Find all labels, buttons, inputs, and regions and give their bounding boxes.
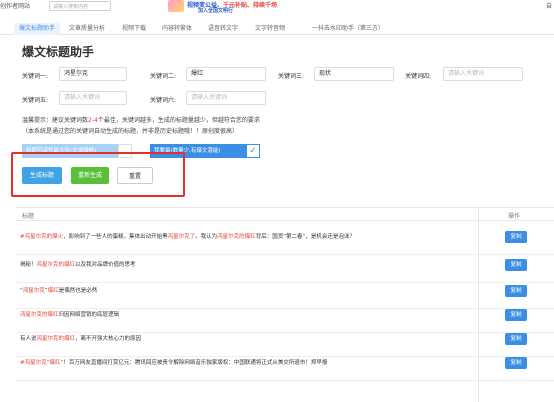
copy-button[interactable]: 复制	[505, 309, 527, 321]
tip-note: （本系统是通过您的关键词自动生成的标题，并非是历史标题哦！！原创度很高）	[22, 128, 239, 135]
title-text[interactable]: 鸿星尔克的爆红归因网络营销的底层逻辑	[20, 310, 490, 318]
keyword-6-input[interactable]: 请输入关键词	[186, 91, 266, 105]
tip-text: 温馨提示：建议关键词数2-4个最佳，关键词越多，生成的标题量越少，但越符合您的要…	[22, 117, 260, 124]
copy-button[interactable]: 复制	[505, 231, 527, 243]
tab-watermark-remover[interactable]: 一抖去水印助手（第三方）	[303, 23, 393, 35]
keyword-3-label: 关键词三:	[278, 73, 305, 80]
top-search-input[interactable]: 请输入搜索内容	[49, 1, 111, 11]
keyword-1-label: 关键词一:	[22, 73, 49, 80]
copy-button[interactable]: 复制	[505, 285, 527, 297]
copy-button[interactable]: 复制	[505, 357, 527, 369]
tool-tabs: 爆文标题助手 文章质量分析 视频下载 内容转繁体 语音转文字 文字转音频 一抖去…	[0, 23, 554, 35]
regenerate-button[interactable]: 重新生成	[71, 167, 109, 184]
keyword-4-input[interactable]: 请输入关键词	[443, 67, 523, 81]
keyword-6-label: 关键词六:	[150, 97, 177, 104]
table-row: #鸿星尔克“爆红”！百万网友直播间打赏亿元：腾讯回应被责令解除网络音乐独家版权：…	[16, 347, 554, 381]
keyword-2-input[interactable]: 爆红	[186, 67, 266, 81]
tab-traditional-chinese[interactable]: 内容转繁体	[156, 23, 198, 35]
tab-speech-to-text[interactable]: 语音转文字	[202, 23, 244, 35]
top-bar: 创作者网站 请输入搜索内容 视频变公益、千元补贴、持续千场 加入全国文明行 自	[0, 0, 554, 14]
keyword-4-label: 关键词四:	[405, 73, 432, 80]
banner-subline: 加入全国文明行	[198, 8, 234, 14]
keyword-5-input[interactable]: 请输入关键词	[59, 91, 127, 105]
promo-banner[interactable]: 视频变公益、千元补贴、持续千场 加入全国文明行	[168, 0, 277, 14]
page-title: 爆文标题助手	[22, 45, 95, 59]
copy-button[interactable]: 复制	[505, 333, 527, 345]
top-right-text[interactable]: 自	[546, 1, 552, 10]
column-header-title: 标题	[22, 213, 35, 220]
title-text[interactable]: #鸿星尔克的爆火，影响到了一些人的蛋糕，集体出动开始黑鸿星尔克了。我认为鸿星尔克…	[20, 232, 490, 240]
keyword-2-label: 关键词二:	[150, 73, 177, 80]
title-text[interactable]: 揭秘！鸿星尔克的爆红以及我对品牌价值的思考	[20, 260, 490, 268]
app-title: 创作者网站	[0, 3, 31, 10]
title-text[interactable]: #鸿星尔克“爆红”！百万网友直播间打赏亿元：腾讯回应被责令解除网络音乐独家版权：…	[20, 358, 490, 366]
copy-button[interactable]: 复制	[505, 259, 527, 271]
column-header-action: 操作	[508, 213, 521, 220]
option-viral-checkbox[interactable]: ✓	[246, 144, 260, 158]
tab-title-helper[interactable]: 爆文标题助手	[14, 23, 60, 35]
generate-button[interactable]: 生成标题	[22, 167, 62, 184]
title-text[interactable]: 有人说鸿星尔克的爆红，离不开强大核心力的原因	[20, 334, 490, 342]
title-text[interactable]: “鸿星尔克”爆红是偶然也是必然	[20, 286, 490, 294]
keyword-3-input[interactable]: 现状	[314, 67, 394, 81]
banner-icon	[168, 0, 184, 12]
table-header: 标题 操作	[16, 207, 554, 221]
reset-button[interactable]: 重置	[117, 167, 153, 184]
tab-text-to-audio[interactable]: 文字转音频	[249, 23, 291, 35]
keyword-1-input[interactable]: 鸿星尔克	[59, 67, 127, 81]
keyword-5-label: 关键词五:	[22, 97, 49, 104]
tab-article-analysis[interactable]: 文章质量分析	[62, 23, 112, 35]
tab-video-download[interactable]: 视频下载	[116, 23, 152, 35]
